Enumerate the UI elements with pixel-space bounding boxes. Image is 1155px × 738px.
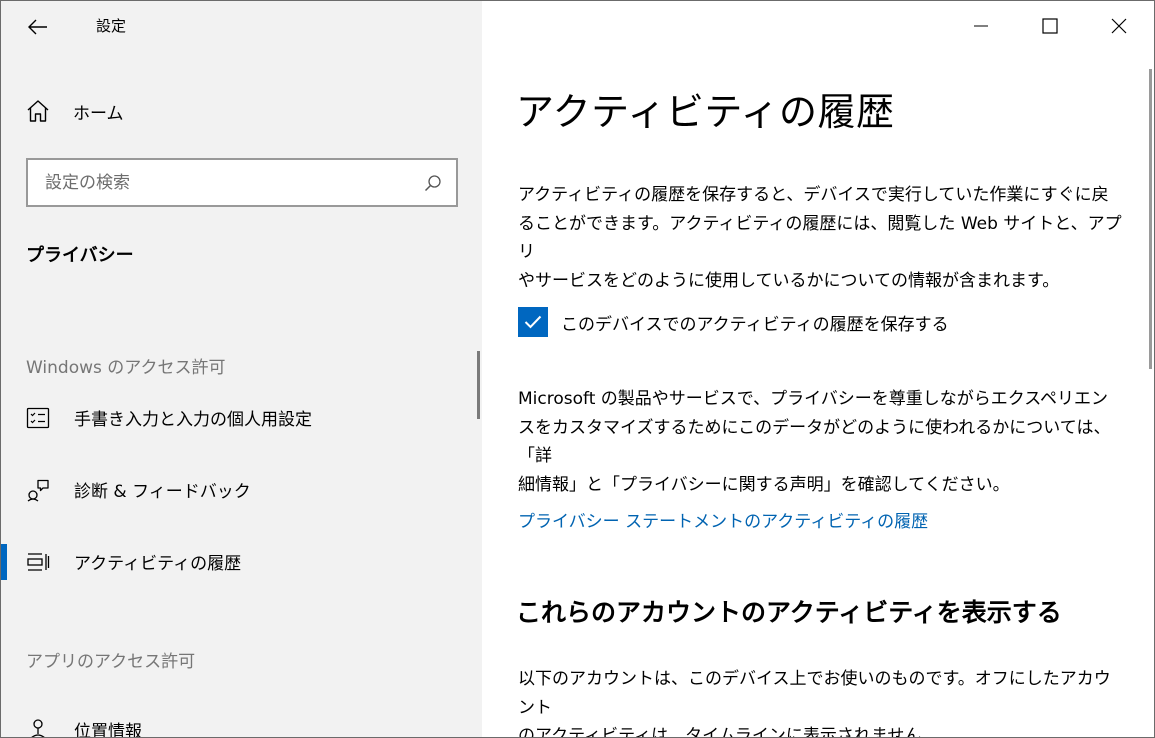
minimize-button[interactable] xyxy=(958,1,1004,51)
intro-line: アクティビティの履歴を保存すると、デバイスで実行していた作業にすぐに戻 xyxy=(518,185,1109,205)
save-history-option[interactable]: このデバイスでのアクティビティの履歴を保存する xyxy=(518,307,949,337)
group-header-windows-permissions: Windows のアクセス許可 xyxy=(26,358,226,378)
home-label: ホーム xyxy=(73,103,124,124)
save-history-checkbox[interactable] xyxy=(518,307,548,337)
maximize-button[interactable] xyxy=(1027,1,1073,51)
sidebar-scrollbar[interactable] xyxy=(477,351,480,419)
search-icon[interactable] xyxy=(424,174,442,192)
sidebar-item-label: 位置情報 xyxy=(74,722,142,738)
privacy-text: Microsoft の製品やサービスで、プライバシーを尊重しながらエクスペリエン… xyxy=(518,385,1123,499)
sidebar-item-handwriting[interactable]: 手書き入力と入力の個人用設定 xyxy=(1,392,476,444)
home-nav-item[interactable]: ホーム xyxy=(25,93,124,129)
content-scrollbar[interactable] xyxy=(1149,69,1152,369)
accounts-line: 以下のアカウントは、このデバイス上でお使いのものです。オフにしたアカウント xyxy=(518,669,1111,718)
location-icon xyxy=(31,719,45,737)
selection-marker xyxy=(1,544,7,580)
privacy-line: Microsoft の製品やサービスで、プライバシーを尊重しながらエクスペリエン xyxy=(518,389,1109,409)
intro-line: やサービスをどのように使用しているかについての情報が含まれます。 xyxy=(518,270,1060,291)
checkmark-icon xyxy=(524,315,542,329)
handwriting-icon xyxy=(26,407,50,429)
app-title: 設定 xyxy=(96,17,127,35)
close-button[interactable] xyxy=(1096,1,1142,51)
sidebar-item-activity-history[interactable]: アクティビティの履歴 xyxy=(1,536,476,588)
accounts-text: 以下のアカウントは、このデバイス上でお使いのものです。オフにしたアカウント のア… xyxy=(518,665,1123,738)
group-header-app-permissions: アプリのアクセス許可 xyxy=(26,652,196,672)
accounts-line: のアクティビティは、タイムラインに表示されません。 xyxy=(518,726,939,738)
home-icon xyxy=(27,100,49,122)
accounts-heading: これらのアカウントのアクティビティを表示する xyxy=(516,598,1062,627)
sidebar-item-label: 診断 & フィードバック xyxy=(74,482,251,502)
back-arrow-icon xyxy=(28,19,47,35)
privacy-line: スをカスタマイズするためにこのデータがどのように使われるかについては、「詳 xyxy=(518,417,1111,467)
privacy-line: 細情報」と「プライバシーに関する声明」を確認してください。 xyxy=(518,474,1010,495)
sidebar-item-location[interactable]: 位置情報 xyxy=(1,704,476,738)
sidebar: 設定 ホーム プライバシー Windows のアクセス許可 手書き入力と入力の個… xyxy=(1,1,482,738)
privacy-statement-link[interactable]: プライバシー ステートメントのアクティビティの履歴 xyxy=(518,507,928,532)
maximize-icon xyxy=(1042,18,1058,34)
intro-line: ることができます。アクティビティの履歴には、閲覧した Web サイトと、アプリ xyxy=(518,213,1122,263)
back-button[interactable] xyxy=(23,13,53,41)
feedback-icon xyxy=(27,479,49,502)
search-box[interactable] xyxy=(26,158,458,207)
section-title: プライバシー xyxy=(26,245,134,266)
sidebar-item-label: アクティビティの履歴 xyxy=(74,554,242,574)
close-icon xyxy=(1111,18,1127,34)
page-title: アクティビティの履歴 xyxy=(516,90,895,134)
activity-history-icon xyxy=(27,553,50,571)
search-input[interactable] xyxy=(45,172,405,193)
sidebar-item-diagnostics[interactable]: 診断 & フィードバック xyxy=(1,464,476,516)
minimize-icon xyxy=(974,25,988,27)
settings-window: 設定 ホーム プライバシー Windows のアクセス許可 手書き入力と入力の個… xyxy=(0,0,1155,738)
intro-text: アクティビティの履歴を保存すると、デバイスで実行していた作業にすぐに戻 ることが… xyxy=(518,181,1123,295)
main-content: アクティビティの履歴 アクティビティの履歴を保存すると、デバイスで実行していた作… xyxy=(482,1,1154,738)
checkbox-label: このデバイスでのアクティビティの履歴を保存する xyxy=(561,314,949,335)
sidebar-item-label: 手書き入力と入力の個人用設定 xyxy=(74,410,312,430)
